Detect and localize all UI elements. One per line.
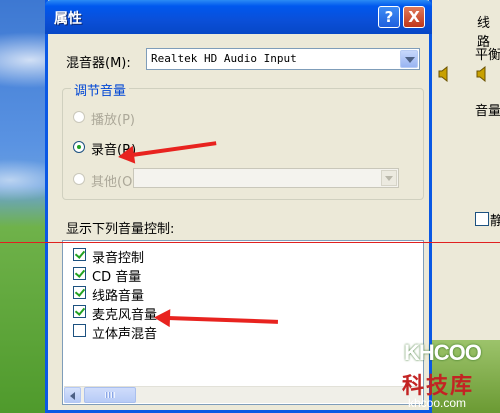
close-button[interactable]: X — [403, 6, 425, 28]
mute-label: 静 — [490, 214, 500, 229]
properties-dialog: 属性 ? X 混音器(M): Realtek HD Audio Input 调节… — [45, 0, 432, 413]
title-bar[interactable]: 属性 ? X — [45, 0, 432, 34]
list-item-label: 线路音量 — [92, 289, 145, 304]
list-item-label: 录音控制 — [92, 251, 145, 266]
watermark-logo: KHCOO 科技库 khcoo.com — [398, 336, 500, 413]
chevron-down-icon[interactable] — [381, 170, 397, 186]
show-controls-label: 显示下列音量控制: — [66, 222, 175, 237]
list-item-label: 立体声混音 — [92, 327, 158, 342]
help-button[interactable]: ? — [378, 6, 400, 28]
dialog-title: 属性 — [54, 11, 82, 27]
mixer-select[interactable]: Realtek HD Audio Input — [146, 48, 420, 70]
radio-button[interactable] — [73, 141, 85, 153]
chevron-down-icon[interactable] — [400, 50, 418, 68]
scroll-thumb[interactable] — [84, 387, 136, 403]
mixer-select-value: Realtek HD Audio Input — [151, 52, 297, 65]
mute-checkbox[interactable] — [475, 212, 489, 226]
list-item-label: CD 音量 — [92, 270, 142, 285]
balance-label: 平衡 — [475, 48, 500, 63]
volume-group-title: 调节音量 — [71, 80, 130, 99]
radio-button[interactable] — [73, 173, 85, 185]
checkbox[interactable] — [73, 305, 86, 318]
scroll-left-arrow-icon[interactable] — [64, 387, 81, 403]
radio-other-label: 其他(O) — [91, 175, 138, 190]
radio-button[interactable] — [73, 111, 85, 123]
volume-label: 音量 — [475, 104, 500, 119]
watermark-brand: KHCOO — [404, 340, 482, 365]
checkbox[interactable] — [73, 248, 86, 261]
checkbox[interactable] — [73, 286, 86, 299]
watermark-url: khcoo.com — [408, 396, 467, 410]
list-item-label: 麦克风音量 — [92, 308, 158, 323]
radio-playback-label: 播放(P) — [91, 113, 135, 128]
horizontal-scrollbar[interactable] — [64, 386, 422, 403]
speaker-icon — [438, 66, 448, 82]
mixer-label: 混音器(M): — [66, 56, 131, 71]
checkbox[interactable] — [73, 267, 86, 280]
other-device-select[interactable] — [133, 168, 399, 188]
red-guide-line — [0, 242, 500, 243]
checkbox[interactable] — [73, 324, 86, 337]
grip-icon — [105, 392, 115, 398]
speaker-icon — [476, 66, 486, 82]
